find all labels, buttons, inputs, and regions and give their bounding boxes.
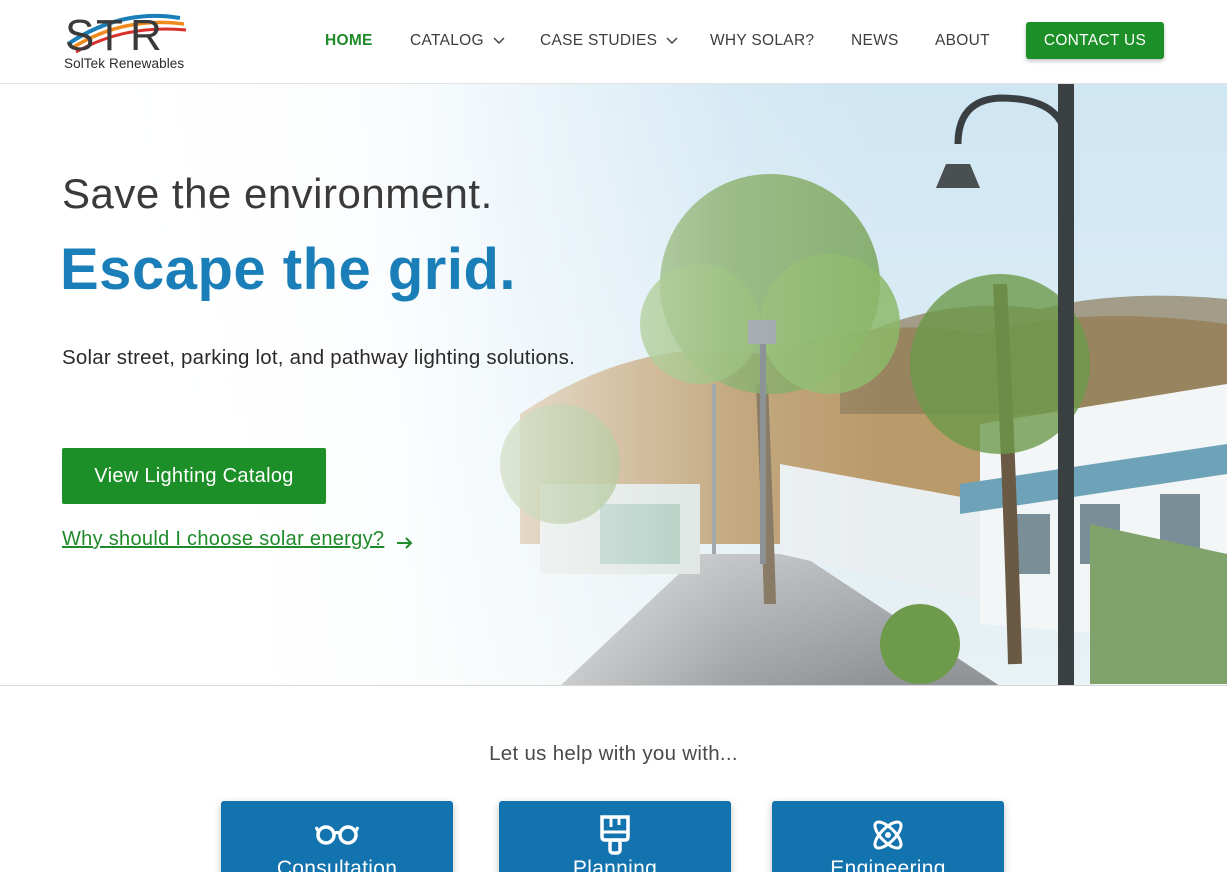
nav-why-solar[interactable]: WHY SOLAR? bbox=[710, 30, 814, 52]
nav-catalog-label: CATALOG bbox=[410, 32, 484, 49]
glasses-icon bbox=[221, 815, 453, 853]
card-planning[interactable]: Planning bbox=[499, 801, 731, 872]
main-nav: HOME CATALOG CASE STUDIES WHY SOLAR? NEW… bbox=[0, 0, 1227, 84]
hero-headline: Save the environment. bbox=[62, 170, 493, 217]
nav-about-label: ABOUT bbox=[935, 32, 990, 49]
nav-about[interactable]: ABOUT bbox=[935, 30, 990, 52]
nav-case-studies-label: CASE STUDIES bbox=[540, 32, 658, 49]
contact-us-button[interactable]: CONTACT US bbox=[1026, 22, 1164, 59]
why-solar-link[interactable]: Why should I choose solar energy? bbox=[62, 528, 414, 551]
card-label: Consultation bbox=[276, 857, 398, 872]
hero-subtitle: Solar street, parking lot, and pathway l… bbox=[62, 346, 575, 369]
nav-case-studies[interactable]: CASE STUDIES bbox=[540, 30, 678, 52]
card-engineering[interactable]: Engineering bbox=[772, 801, 1004, 872]
card-label: Planning bbox=[572, 857, 658, 872]
paint-brush-icon bbox=[499, 815, 731, 855]
site-header: S T R SolTek Renewables HOME CATALOG CAS… bbox=[0, 0, 1227, 84]
hero-tagline: Escape the grid. bbox=[60, 237, 517, 302]
card-consultation[interactable]: Consultation bbox=[221, 801, 453, 872]
chevron-down-icon bbox=[493, 34, 505, 46]
atom-icon bbox=[772, 815, 1004, 853]
nav-news[interactable]: NEWS bbox=[851, 30, 899, 52]
why-solar-link-label: Why should I choose solar energy? bbox=[62, 528, 385, 550]
view-catalog-button[interactable]: View Lighting Catalog bbox=[62, 448, 326, 504]
nav-catalog[interactable]: CATALOG bbox=[410, 30, 505, 52]
services-title: Let us help with you with... bbox=[489, 742, 738, 765]
hero-section: Save the environment. Escape the grid. S… bbox=[0, 84, 1227, 686]
arrow-right-icon bbox=[396, 533, 414, 549]
nav-home[interactable]: HOME bbox=[325, 30, 373, 52]
nav-news-label: NEWS bbox=[851, 32, 899, 49]
nav-home-label: HOME bbox=[325, 32, 373, 49]
nav-why-solar-label: WHY SOLAR? bbox=[710, 32, 815, 49]
chevron-down-icon bbox=[666, 34, 678, 46]
card-label: Engineering bbox=[830, 857, 946, 872]
